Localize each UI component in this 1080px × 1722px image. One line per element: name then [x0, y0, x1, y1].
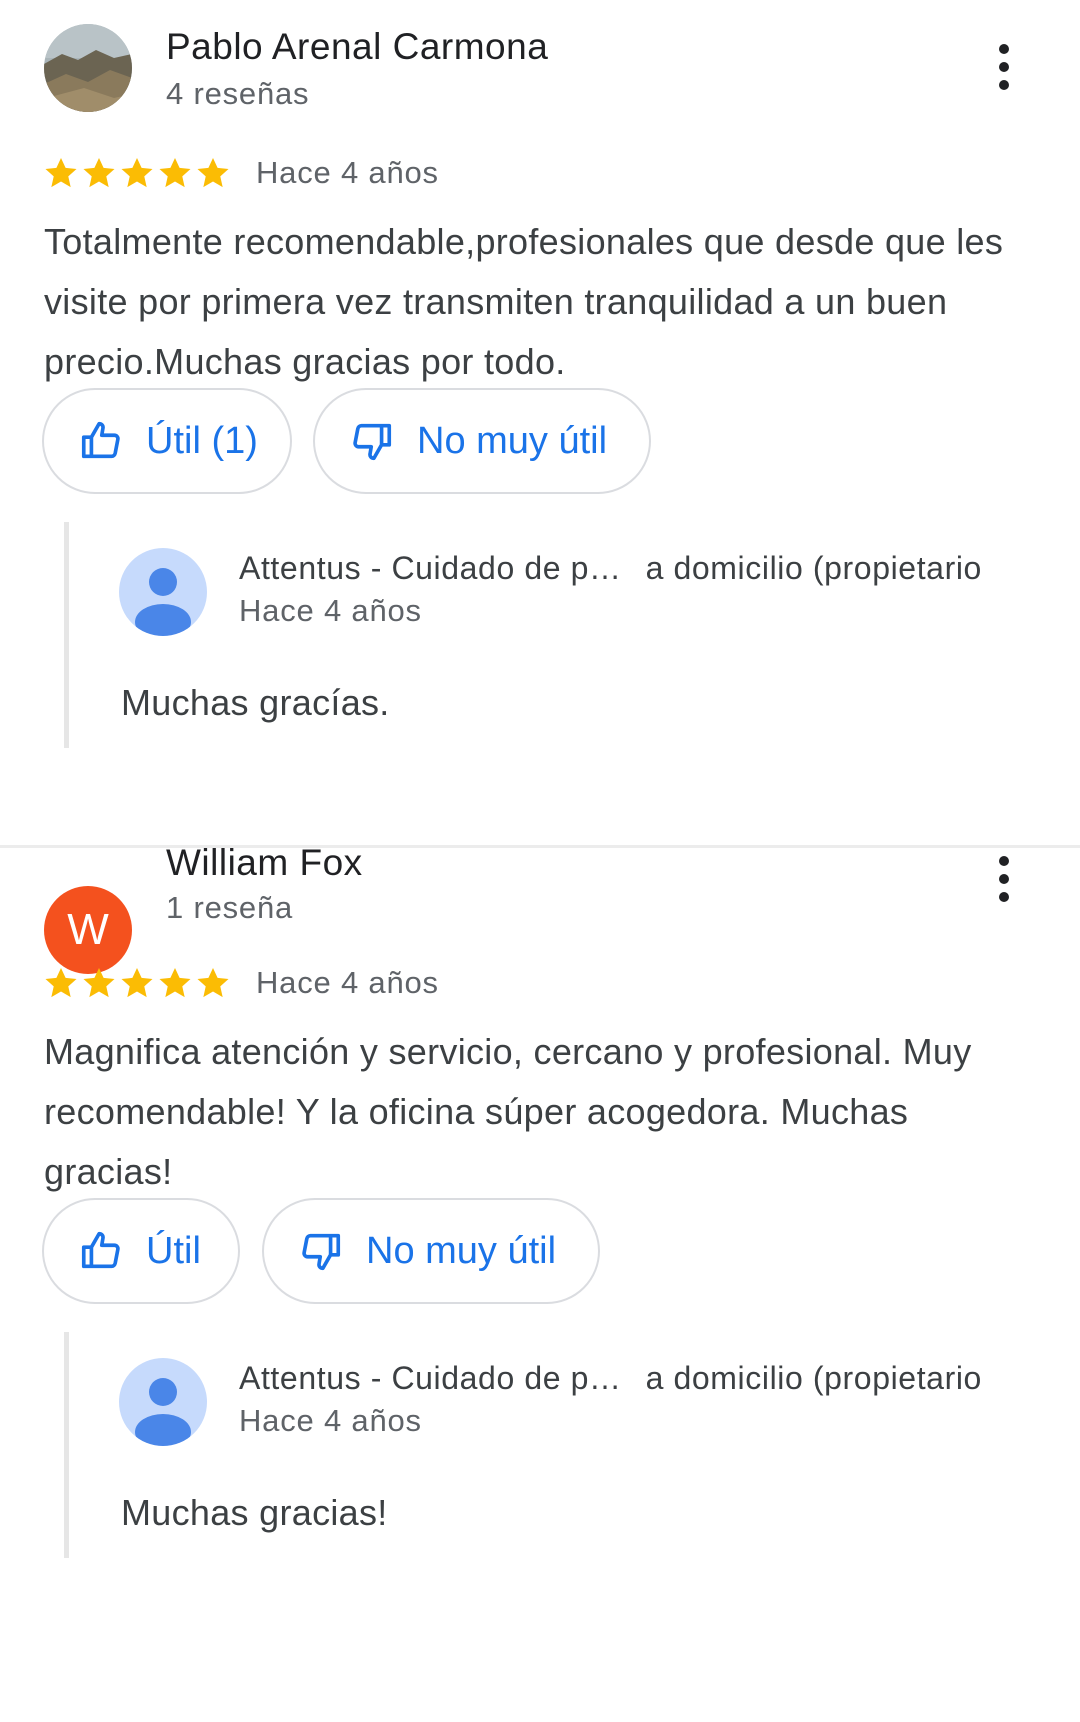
not-helpful-label: No muy útil — [366, 1229, 557, 1272]
review-card: Pablo Arenal Carmona 4 reseñas Hace 4 añ… — [0, 0, 1080, 860]
owner-reply-date: Hace 4 años — [239, 1403, 422, 1438]
author-review-count: 1 reseña — [166, 890, 294, 925]
star-icon — [42, 964, 80, 1002]
owner-reply: Attentus - Cuidado de p… a domicilio (pro… — [64, 1332, 1069, 1558]
owner-role: a domicilio (propietario — [645, 550, 982, 586]
person-icon — [135, 568, 191, 636]
owner-name-text: Attentus - Cuidado de p… — [239, 1360, 622, 1396]
star-icon — [118, 964, 156, 1002]
owner-avatar — [119, 1358, 207, 1446]
person-icon — [135, 1378, 191, 1446]
more-vert-icon — [999, 856, 1009, 902]
review-date: Hace 4 años — [256, 965, 439, 1000]
star-icon — [118, 154, 156, 192]
review-text: Magnifica atención y servicio, cercano y… — [44, 1031, 972, 1192]
not-helpful-button[interactable]: No muy útil — [262, 1198, 600, 1304]
not-helpful-button[interactable]: No muy útil — [313, 388, 651, 494]
owner-name: Attentus - Cuidado de p… a domicilio (pro… — [239, 550, 982, 587]
star-icon — [194, 154, 232, 192]
thumb-down-icon — [298, 1228, 344, 1274]
owner-reply-date: Hace 4 años — [239, 593, 422, 628]
owner-avatar — [119, 548, 207, 636]
owner-name-text: Attentus - Cuidado de p… — [239, 550, 622, 586]
star-icon — [80, 154, 118, 192]
star-rating — [42, 154, 232, 192]
more-vert-icon — [999, 44, 1009, 90]
more-options-button[interactable] — [982, 40, 1026, 96]
helpful-button[interactable]: Útil (1) — [42, 388, 292, 494]
review-card: W William Fox 1 reseña Hace 4 años Magni… — [0, 842, 1080, 1722]
divider — [0, 845, 1080, 848]
not-helpful-label: No muy útil — [417, 419, 608, 462]
star-icon — [42, 154, 80, 192]
star-icon — [156, 964, 194, 1002]
owner-reply-text: Muchas gracias! — [121, 1492, 388, 1533]
helpful-button[interactable]: Útil — [42, 1198, 240, 1304]
star-icon — [156, 154, 194, 192]
star-icon — [194, 964, 232, 1002]
avatar-photo — [44, 24, 132, 112]
more-options-button[interactable] — [982, 852, 1026, 908]
author-name[interactable]: Pablo Arenal Carmona — [166, 26, 548, 68]
star-rating — [42, 964, 232, 1002]
thumb-up-icon — [78, 1228, 124, 1274]
review-date: Hace 4 años — [256, 155, 439, 190]
author-review-count: 4 reseñas — [166, 76, 310, 111]
owner-reply-text: Muchas gracías. — [121, 682, 390, 723]
helpful-label: Útil — [146, 1229, 201, 1272]
owner-reply: Attentus - Cuidado de p… a domicilio (pro… — [64, 522, 1069, 748]
owner-name: Attentus - Cuidado de p… a domicilio (pro… — [239, 1360, 982, 1397]
author-name[interactable]: William Fox — [166, 842, 363, 884]
star-icon — [80, 964, 118, 1002]
avatar[interactable]: W — [44, 886, 132, 974]
review-text: Totalmente recomendable,profesionales qu… — [44, 221, 1004, 382]
thumb-up-icon — [78, 418, 124, 464]
thumb-down-icon — [349, 418, 395, 464]
avatar[interactable] — [44, 24, 132, 112]
owner-role: a domicilio (propietario — [645, 1360, 982, 1396]
helpful-label: Útil (1) — [146, 419, 258, 462]
